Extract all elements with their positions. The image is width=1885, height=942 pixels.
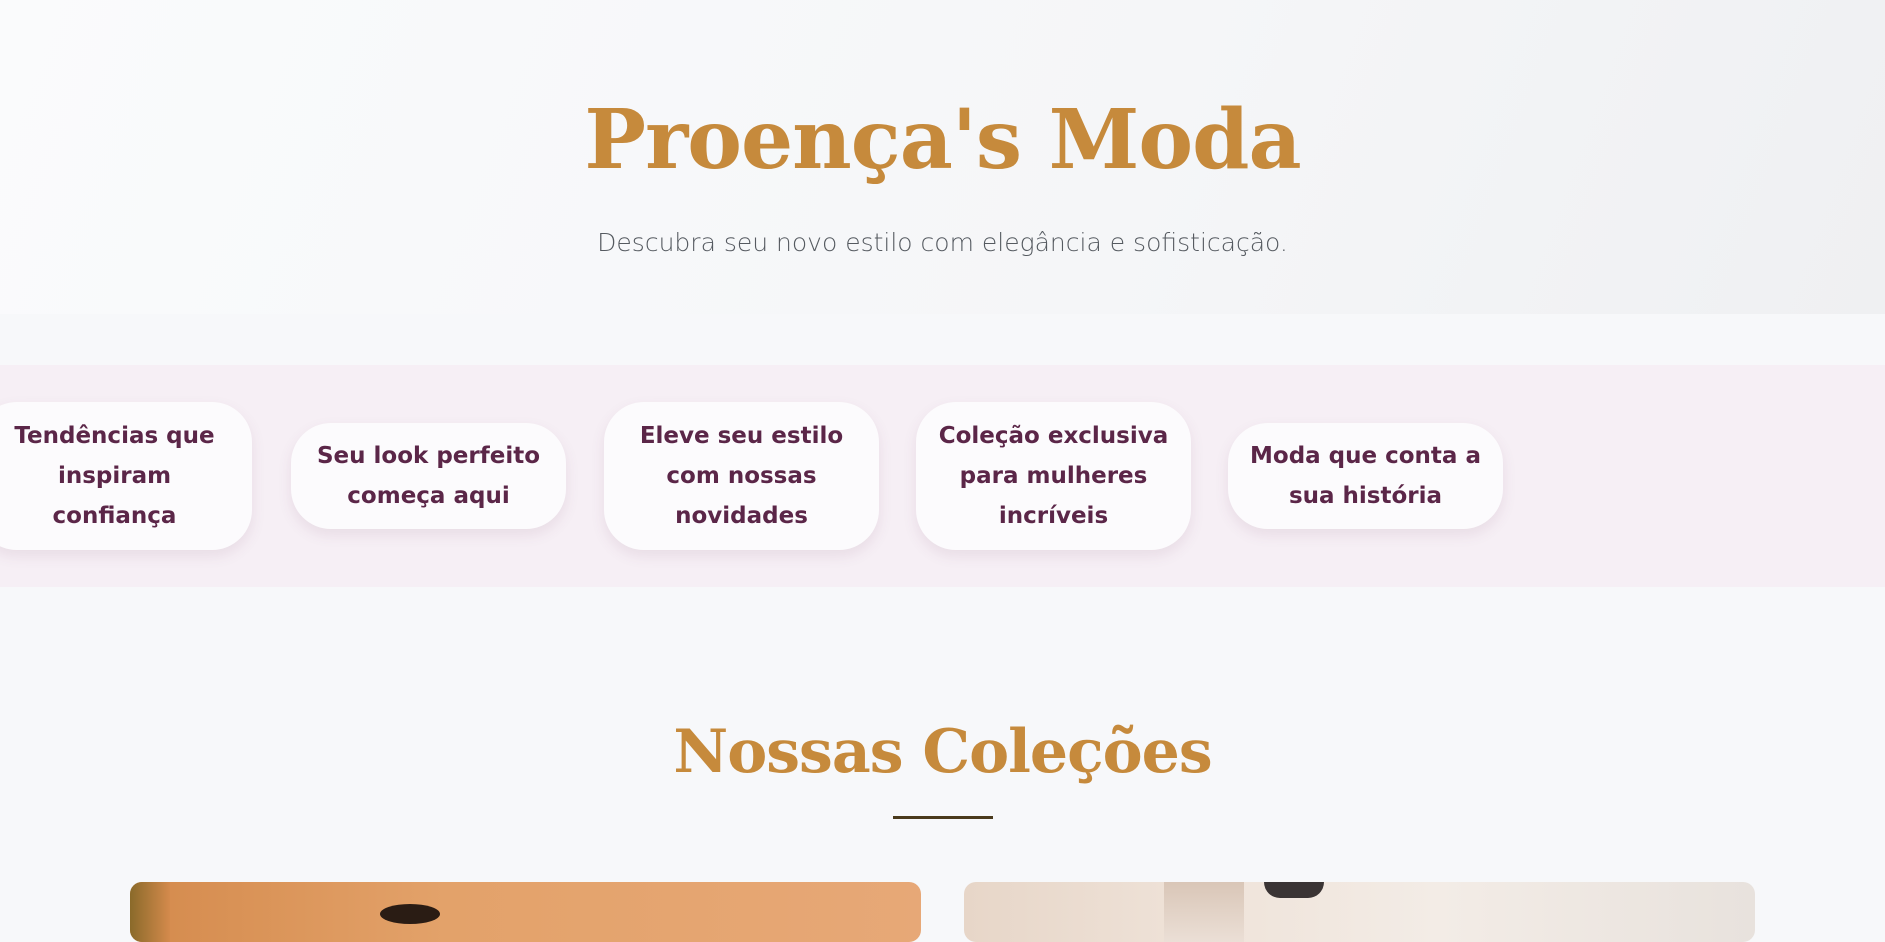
brand-title: Proença's Moda (584, 92, 1301, 188)
title-divider (893, 816, 993, 819)
collection-card-image[interactable] (130, 882, 921, 942)
photo-detail (130, 882, 170, 942)
hero-banner: Proença's Moda Descubra seu novo estilo … (0, 0, 1885, 314)
hero-subtitle: Descubra seu novo estilo com elegância e… (597, 228, 1288, 257)
slogan-card: Eleve seu estilo com nossas novidades (604, 402, 879, 550)
slogan-card: Coleção exclusiva para mulheres incrívei… (916, 402, 1191, 550)
slogan-card: Tendências que inspiram confiança (0, 402, 252, 550)
photo-detail (380, 904, 440, 924)
photo-detail (1264, 882, 1324, 898)
collections-title: Nossas Coleções (673, 717, 1212, 787)
slogan-card: Moda que conta a sua história (1228, 423, 1503, 529)
photo-detail (1164, 882, 1244, 942)
slogan-marquee: Tendências que inspiram confiança Seu lo… (0, 365, 1885, 587)
collection-card-image[interactable] (964, 882, 1755, 942)
slogan-card: Seu look perfeito começa aqui (291, 423, 566, 529)
